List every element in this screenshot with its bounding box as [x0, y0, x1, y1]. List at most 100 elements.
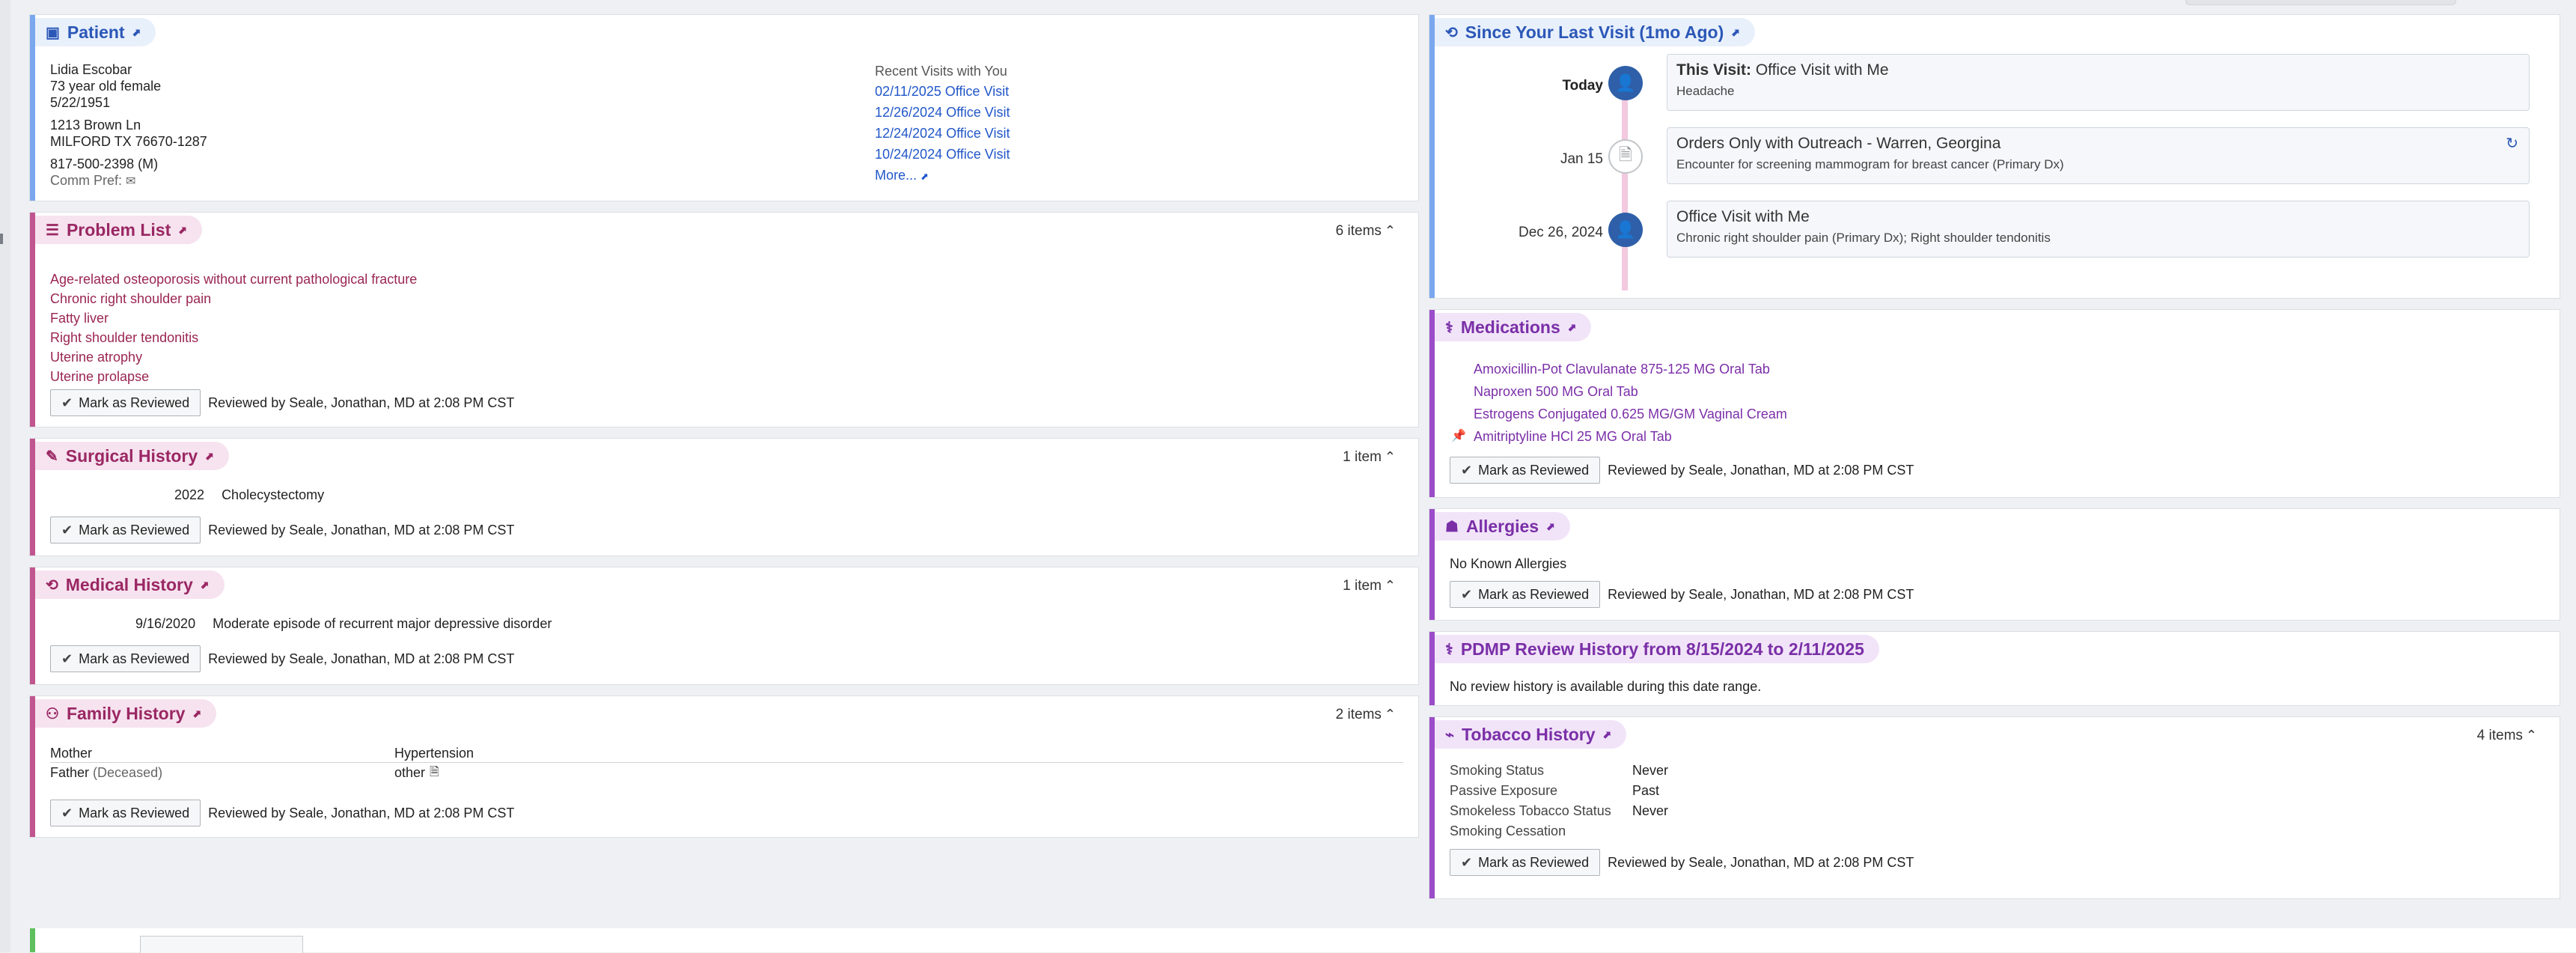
mark-as-reviewed-button[interactable]: ✔ Mark as Reviewed [50, 389, 201, 416]
pdmp-header[interactable]: ⚕ PDMP Review History from 8/15/2024 to … [1435, 635, 1879, 663]
family-history-count[interactable]: 2 items ⌃ [1336, 707, 1396, 723]
tobacco-history-header[interactable]: ⌁ Tobacco History ⬈ [1435, 720, 1627, 749]
mark-as-reviewed-button[interactable]: ✔ Mark as Reviewed [1450, 457, 1601, 484]
patient-header[interactable]: ▣ Patient ⬈ [35, 18, 156, 46]
pill-icon: ⚕ [1445, 641, 1453, 658]
medication-link[interactable]: Estrogens Conjugated 0.625 MG/GM Vaginal… [1474, 407, 1787, 421]
recent-visit-link[interactable]: 02/11/2025 Office Visit [875, 81, 1010, 102]
button-label: Mark as Reviewed [79, 522, 190, 538]
count-label: 6 items [1335, 223, 1382, 239]
button-label: Mark as Reviewed [79, 805, 190, 820]
more-visits-label: More... [875, 168, 918, 183]
problem-list-header[interactable]: ☰ Problem List ⬈ [35, 216, 202, 244]
pdmp-text: No review history is available during th… [1450, 679, 1762, 694]
recent-visit-link[interactable]: 12/24/2024 Office Visit [875, 123, 1010, 144]
problem-item[interactable]: Uterine prolapse [50, 367, 417, 386]
bottom-tab[interactable] [140, 936, 303, 953]
family-history-title: Family History [66, 703, 186, 723]
recent-visit-link[interactable]: 12/26/2024 Office Visit [875, 102, 1010, 123]
recent-visit-link[interactable]: 10/24/2024 Office Visit [875, 144, 1010, 165]
family-relation: Father [50, 765, 90, 780]
patient-address-line1: 1213 Brown Ln [50, 118, 141, 133]
tobacco-row: Passive Exposure Past [1450, 781, 1668, 801]
tobacco-history-card: ⌁ Tobacco History ⬈ 4 items ⌃ Smoking Sta… [1429, 717, 2560, 898]
popout-icon: ⬈ [1546, 520, 1555, 532]
event-card[interactable]: Office Visit with Me Chronic right shoul… [1667, 201, 2530, 258]
problem-item[interactable]: Age-related osteoporosis without current… [50, 270, 417, 289]
medication-link[interactable]: Naproxen 500 MG Oral Tab [1474, 384, 1638, 399]
popout-icon: ⬈ [1602, 728, 1612, 740]
medical-history-header[interactable]: ⟲ Medical History ⬈ [35, 570, 225, 599]
since-last-visit-header[interactable]: ⟲ Since Your Last Visit (1mo Ago) ⬈ [1435, 18, 1755, 46]
medical-history-count[interactable]: 1 item ⌃ [1343, 578, 1396, 594]
left-edge-marker [0, 234, 3, 244]
problem-list-card: ☰ Problem List ⬈ 6 items ⌃ Age-related os… [30, 213, 1418, 427]
timeline-event[interactable]: Jan 15 🗎 Orders Only with Outreach - War… [1435, 127, 2545, 201]
problem-item[interactable]: Fatty liver [50, 308, 417, 328]
reviewed-by-text: Reviewed by Seale, Jonathan, MD at 2:08 … [1608, 586, 1914, 602]
tobacco-history-title: Tobacco History [1462, 724, 1596, 744]
timeline-event[interactable]: Today 👤 This Visit: Office Visit with Me… [1435, 54, 2545, 127]
family-status: (Deceased) [93, 765, 163, 780]
event-card[interactable]: Orders Only with Outreach - Warren, Geor… [1667, 127, 2530, 184]
mark-as-reviewed-button[interactable]: ✔ Mark as Reviewed [50, 517, 201, 544]
reviewed-by-text: Reviewed by Seale, Jonathan, MD at 2:08 … [208, 395, 515, 410]
patient-name: Lidia Escobar [50, 62, 132, 77]
reviewed-by-text: Reviewed by Seale, Jonathan, MD at 2:08 … [208, 522, 515, 538]
id-card-icon: ▣ [46, 24, 60, 41]
collapse-icon: ⌃ [1384, 578, 1396, 593]
pdmp-card: ⚕ PDMP Review History from 8/15/2024 to … [1429, 632, 2560, 705]
mark-as-reviewed-button[interactable]: ✔ Mark as Reviewed [1450, 849, 1601, 876]
mark-as-reviewed-button[interactable]: ✔ Mark as Reviewed [50, 645, 201, 672]
problem-list-count[interactable]: 6 items ⌃ [1336, 223, 1396, 240]
problem-item[interactable]: Uterine atrophy [50, 347, 417, 367]
event-title: Office Visit with Me [1755, 61, 1889, 79]
popout-icon: ⬈ [921, 171, 929, 182]
surgical-history-count[interactable]: 1 item ⌃ [1343, 449, 1396, 466]
pin-icon[interactable]: 📌 [1451, 425, 1466, 448]
medications-title: Medications [1460, 317, 1560, 337]
tobacco-history-count[interactable]: 4 items ⌃ [2477, 728, 2537, 744]
top-tab-stub [2185, 0, 2456, 5]
cigarette-icon: ⌁ [1445, 726, 1455, 743]
collapse-icon: ⌃ [2525, 728, 2537, 743]
allergies-header[interactable]: ☗ Allergies ⬈ [1435, 512, 1570, 541]
family-condition: Hypertension [394, 746, 474, 761]
mark-as-reviewed-button[interactable]: ✔ Mark as Reviewed [1450, 581, 1601, 608]
problem-item[interactable]: Right shoulder tendonitis [50, 328, 417, 347]
reviewed-by-text: Reviewed by Seale, Jonathan, MD at 2:08 … [1608, 854, 1914, 870]
family-relation: Mother [50, 746, 93, 761]
event-card[interactable]: This Visit: Office Visit with Me Headach… [1667, 54, 2530, 111]
note-icon[interactable]: 🗎 [430, 763, 439, 782]
family-history-card: ⚇ Family History ⬈ 2 items ⌃ Mother Hyper… [30, 696, 1418, 837]
tobacco-row: Smoking Cessation [1450, 821, 1668, 841]
count-label: 1 item [1343, 449, 1382, 465]
medication-link[interactable]: Amitriptyline HCl 25 MG Oral Tab [1474, 429, 1672, 444]
timeline-event[interactable]: Dec 26, 2024 👤 Office Visit with Me Chro… [1435, 201, 2545, 274]
medications-header[interactable]: ⚕ Medications ⬈ [1435, 313, 1592, 341]
tobacco-value: Never [1632, 763, 1669, 778]
allergies-card: ☗ Allergies ⬈ No Known Allergies ✔ Mark a… [1429, 509, 2560, 620]
surgical-history-card: ✎ Surgical History ⬈ 1 item ⌃ 2022 Cholec… [30, 439, 1418, 555]
count-label: 2 items [1335, 707, 1382, 722]
patient-title: Patient [67, 22, 125, 42]
tobacco-value: Past [1632, 783, 1660, 798]
history-icon: ⟲ [46, 576, 58, 594]
since-last-visit-title: Since Your Last Visit (1mo Ago) [1465, 22, 1724, 42]
patient-card: ▣ Patient ⬈ Lidia Escobar 73 year old fe… [30, 15, 1418, 201]
surgical-history-header[interactable]: ✎ Surgical History ⬈ [35, 442, 229, 470]
popout-icon: ⬈ [192, 707, 202, 719]
diagnosis-date: 9/16/2020 [135, 616, 196, 631]
tobacco-label: Smoking Status [1450, 763, 1545, 778]
problem-item[interactable]: Chronic right shoulder pain [50, 289, 417, 308]
more-visits-link[interactable]: More... ⬈ [875, 165, 1010, 187]
scalpel-icon: ✎ [46, 448, 58, 465]
comm-pref-icon[interactable]: ✉ [126, 175, 135, 188]
sync-icon[interactable]: ↻ [2506, 134, 2518, 153]
button-label: Mark as Reviewed [1478, 462, 1590, 478]
mark-as-reviewed-button[interactable]: ✔ Mark as Reviewed [50, 800, 201, 826]
medication-link[interactable]: Amoxicillin-Pot Clavulanate 875-125 MG O… [1474, 362, 1770, 377]
family-history-header[interactable]: ⚇ Family History ⬈ [35, 699, 217, 728]
check-icon: ✔ [61, 651, 73, 666]
visit-timeline: Today 👤 This Visit: Office Visit with Me… [1435, 43, 2560, 290]
